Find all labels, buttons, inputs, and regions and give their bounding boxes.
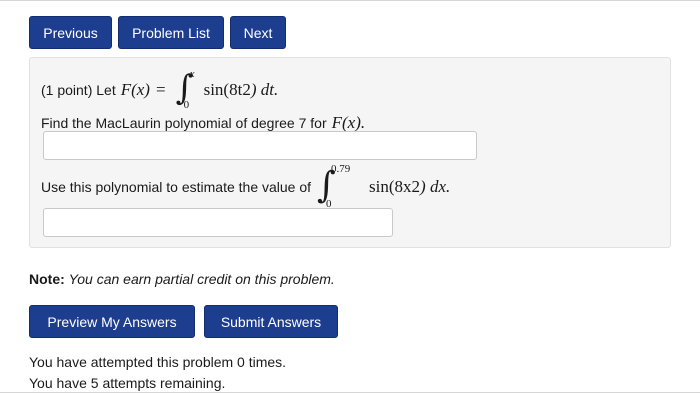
previous-button[interactable]: Previous bbox=[29, 16, 112, 49]
integral-2-upper-limit: 0.79 bbox=[331, 163, 351, 175]
answer-1-input[interactable] bbox=[43, 131, 477, 160]
problem-statement: (1 point) Let F(x) = ∫ x 0 sin(8t 2) dt. bbox=[41, 68, 279, 111]
question-2-text: Use this polynomial to estimate the valu… bbox=[41, 179, 312, 195]
bottom-divider bbox=[0, 392, 700, 393]
function-name: F(x) bbox=[120, 80, 150, 99]
problem-list-button[interactable]: Problem List bbox=[118, 16, 224, 49]
question-2: Use this polynomial to estimate the valu… bbox=[41, 163, 451, 210]
question-1-function: F(x). bbox=[331, 113, 366, 132]
integrand-2-exponent: 2 bbox=[411, 177, 421, 196]
attempts-info: You have attempted this problem 0 times.… bbox=[29, 352, 286, 394]
attempts-count: You have attempted this problem 0 times. bbox=[29, 354, 287, 370]
integrand-exponent: 2 bbox=[242, 80, 251, 99]
equals-sign: = bbox=[155, 80, 166, 99]
problem-navigation: Previous Problem List Next bbox=[29, 16, 286, 49]
note-label: Note: bbox=[29, 271, 65, 287]
answer-actions: Preview My Answers Submit Answers bbox=[29, 305, 338, 338]
definite-integral-sign: ∫ 0.79 0 bbox=[317, 163, 351, 210]
top-divider bbox=[0, 0, 700, 1]
answer-2-input[interactable] bbox=[43, 208, 393, 237]
integral-upper-limit: x bbox=[189, 68, 195, 80]
attempts-remaining: You have 5 attempts remaining. bbox=[29, 375, 226, 391]
integrand-sin: sin(8t bbox=[203, 80, 243, 99]
integral-lower-limit: 0 bbox=[183, 99, 190, 111]
points-label: (1 point) Let bbox=[41, 82, 116, 98]
integrand-2-rest: ) dx. bbox=[420, 177, 451, 196]
note-text: You can earn partial credit on this prob… bbox=[68, 271, 335, 287]
partial-credit-note: Note: You can earn partial credit on thi… bbox=[29, 271, 335, 287]
problem-panel: (1 point) Let F(x) = ∫ x 0 sin(8t 2) dt. … bbox=[29, 57, 671, 248]
integrand-rest: ) dt. bbox=[250, 80, 279, 99]
question-1: Find the MacLaurin polynomial of degree … bbox=[41, 113, 365, 133]
question-1-text: Find the MacLaurin polynomial of degree … bbox=[41, 115, 327, 131]
integral-sign: ∫ x 0 bbox=[175, 68, 195, 111]
submit-answers-button[interactable]: Submit Answers bbox=[204, 305, 338, 338]
integrand-2-sin: sin(8x bbox=[369, 177, 412, 196]
preview-answers-button[interactable]: Preview My Answers bbox=[29, 305, 195, 338]
next-button[interactable]: Next bbox=[230, 16, 286, 49]
